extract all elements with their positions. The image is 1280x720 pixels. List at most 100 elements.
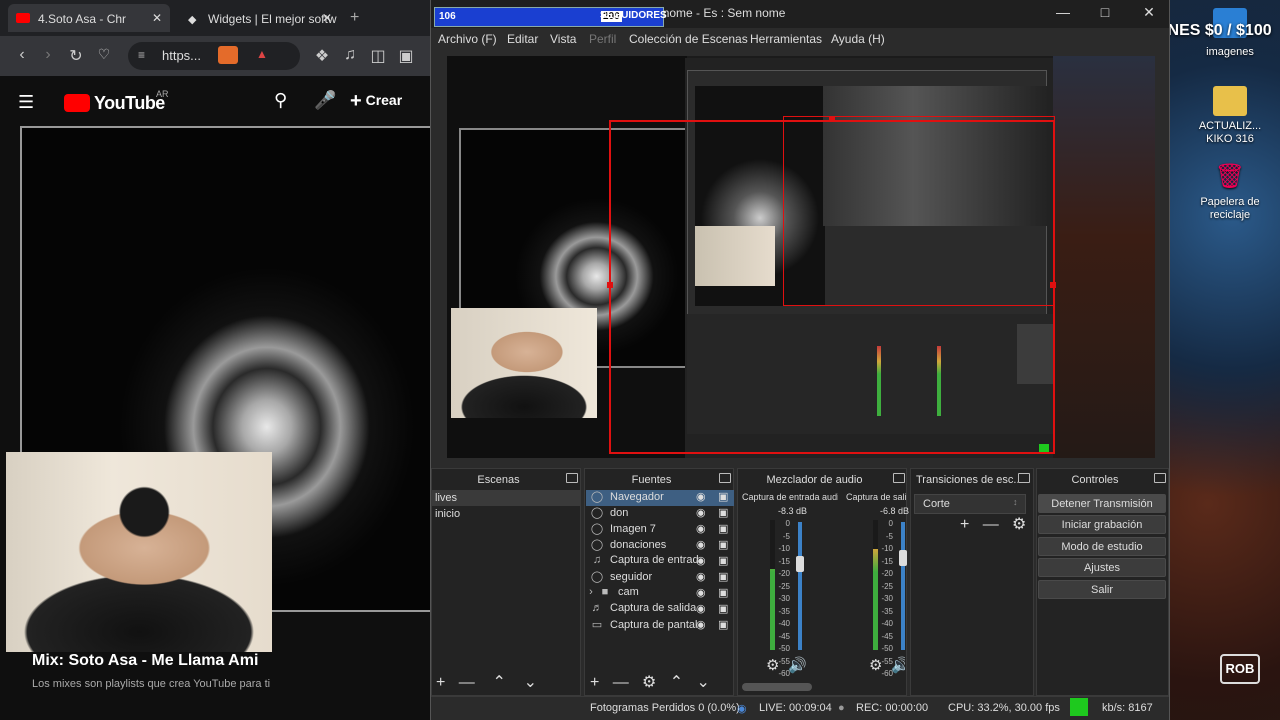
extension-icon[interactable] xyxy=(218,46,238,64)
bookmark-icon[interactable]: ♡ xyxy=(94,46,114,63)
eye-icon[interactable]: ◉ xyxy=(696,570,706,583)
volume-slider-knob[interactable] xyxy=(899,550,907,566)
mic-icon[interactable]: 🎤 xyxy=(314,90,336,111)
source-row[interactable]: ◯ seguidor ◉ ▣ xyxy=(586,570,734,586)
sidebar-icon[interactable]: ◫ xyxy=(368,46,388,66)
gear-icon[interactable]: ⚙ xyxy=(642,674,656,691)
music-icon[interactable]: ♫ xyxy=(340,46,360,64)
lock-icon[interactable]: ▣ xyxy=(718,618,728,631)
forward-icon[interactable]: › xyxy=(38,46,58,64)
source-row[interactable]: ♫ Captura de entrad ◉ ▣ xyxy=(586,554,734,570)
transition-select[interactable]: Corte ↕ xyxy=(914,494,1026,514)
vpn-icon[interactable]: ▲ xyxy=(256,47,268,61)
eye-icon[interactable]: ◉ xyxy=(696,618,706,631)
remove-icon[interactable]: — xyxy=(459,674,475,691)
resize-handle[interactable] xyxy=(1050,282,1056,288)
close-icon[interactable]: ✕ xyxy=(322,11,332,25)
wallet-icon[interactable]: ▣ xyxy=(396,46,416,66)
move-down-icon[interactable]: ⌄ xyxy=(696,674,709,691)
speaker-icon[interactable]: 🔊 xyxy=(788,656,807,674)
source-row[interactable]: ◯ Navegador ◉ ▣ xyxy=(586,490,734,506)
lock-icon[interactable]: ▣ xyxy=(718,538,728,551)
menu-herramientas[interactable]: Herramientas xyxy=(750,32,822,46)
undock-icon[interactable] xyxy=(719,473,731,483)
volume-slider-knob[interactable] xyxy=(796,556,804,572)
close-icon[interactable]: ✕ xyxy=(152,11,162,25)
close-icon[interactable]: ✕ xyxy=(1134,4,1164,24)
source-row[interactable]: › ■ cam ◉ ▣ xyxy=(586,586,734,602)
menu-icon[interactable]: ☰ xyxy=(18,92,34,113)
minimize-icon[interactable]: — xyxy=(1048,4,1078,24)
lock-icon[interactable]: ▣ xyxy=(718,586,728,599)
puzzle-icon[interactable]: ❖ xyxy=(312,46,332,66)
source-row[interactable]: ▭ Captura de pantal ◉ ▣ xyxy=(586,618,734,634)
obs-preview[interactable] xyxy=(447,56,1155,458)
exit-button[interactable]: Salir xyxy=(1038,580,1166,599)
menu-perfil[interactable]: Perfil xyxy=(589,32,616,46)
youtube-logo-icon[interactable] xyxy=(64,94,90,112)
source-row[interactable]: ◯ don ◉ ▣ xyxy=(586,506,734,522)
move-down-icon[interactable]: ⌄ xyxy=(524,674,537,691)
lock-icon[interactable]: ▣ xyxy=(718,522,728,535)
source-row[interactable]: ♬ Captura de salida ◉ ▣ xyxy=(586,602,734,618)
remove-icon[interactable]: — xyxy=(613,674,629,691)
video-title[interactable]: Mix: Soto Asa - Me Llama Ami xyxy=(32,652,258,670)
create-button[interactable]: + Crear xyxy=(350,90,402,113)
search-icon[interactable]: ⚲ xyxy=(274,90,287,111)
eye-icon[interactable]: ◉ xyxy=(696,586,706,599)
eye-icon[interactable]: ◉ xyxy=(696,602,706,615)
lock-icon[interactable]: ▣ xyxy=(718,570,728,583)
resize-handle[interactable] xyxy=(607,282,613,288)
remove-icon[interactable]: — xyxy=(983,516,999,533)
scene-item[interactable]: inicio xyxy=(431,506,581,522)
menu-coleccion[interactable]: Colección de Escenas xyxy=(629,32,748,46)
gear-icon[interactable]: ⚙ xyxy=(1012,516,1026,533)
undock-icon[interactable] xyxy=(893,473,905,483)
gear-icon[interactable]: ⚙ xyxy=(766,656,779,674)
start-recording-button[interactable]: Iniciar grabación xyxy=(1038,515,1166,534)
undock-icon[interactable] xyxy=(1018,473,1030,483)
gear-icon[interactable]: ⚙ xyxy=(869,656,882,674)
browser-tab[interactable]: ◆ Widgets | El mejor softw ✕ xyxy=(178,4,340,32)
lock-icon[interactable]: ▣ xyxy=(718,490,728,503)
studio-mode-button[interactable]: Modo de estudio xyxy=(1038,537,1166,556)
lock-icon[interactable]: ▣ xyxy=(718,602,728,615)
eye-icon[interactable]: ◉ xyxy=(696,522,706,535)
undock-icon[interactable] xyxy=(566,473,578,483)
add-icon[interactable]: + xyxy=(960,516,969,533)
volume-slider-track[interactable] xyxy=(901,522,905,650)
speaker-icon[interactable]: 🔊 xyxy=(891,656,905,674)
desktop-icon-folder[interactable]: ACTUALIZ... KIKO 316 xyxy=(1185,86,1275,146)
chevron-right-icon[interactable]: › xyxy=(586,586,596,598)
url-bar[interactable]: ≡ https... ▲ xyxy=(128,42,300,70)
eye-icon[interactable]: ◉ xyxy=(696,506,706,519)
resize-handle[interactable] xyxy=(829,116,835,122)
back-icon[interactable]: ‹ xyxy=(12,46,32,64)
add-icon[interactable]: + xyxy=(590,674,599,691)
move-up-icon[interactable]: ⌃ xyxy=(492,674,505,691)
reload-icon[interactable]: ↻ xyxy=(66,46,86,66)
undock-icon[interactable] xyxy=(1154,473,1166,483)
stop-stream-button[interactable]: Detener Transmisión xyxy=(1038,494,1166,513)
eye-icon[interactable]: ◉ xyxy=(696,538,706,551)
menu-archivo[interactable]: Archivo (F) xyxy=(438,32,497,46)
move-up-icon[interactable]: ⌃ xyxy=(670,674,683,691)
lock-icon[interactable]: ▣ xyxy=(718,554,728,567)
youtube-logo[interactable]: YouTube xyxy=(94,93,165,114)
mixer-scrollbar[interactable] xyxy=(742,683,812,691)
volume-slider-track[interactable] xyxy=(798,522,802,650)
maximize-icon[interactable]: □ xyxy=(1090,4,1120,24)
site-settings-icon[interactable]: ≡ xyxy=(138,48,145,62)
eye-icon[interactable]: ◉ xyxy=(696,490,706,503)
menu-editar[interactable]: Editar xyxy=(507,32,538,46)
menu-vista[interactable]: Vista xyxy=(550,32,576,46)
eye-icon[interactable]: ◉ xyxy=(696,554,706,567)
source-row[interactable]: ◯ donaciones ◉ ▣ xyxy=(586,538,734,554)
new-tab-button[interactable]: + xyxy=(350,9,359,27)
browser-tab-active[interactable]: 4.Soto Asa - Chr ✕ xyxy=(8,4,170,32)
desktop-icon-recycle[interactable]: 🗑 Papelera de reciclaje xyxy=(1185,162,1275,222)
menu-ayuda[interactable]: Ayuda (H) xyxy=(831,32,885,46)
scene-item[interactable]: lives xyxy=(431,490,581,506)
source-row[interactable]: ◯ Imagen 7 ◉ ▣ xyxy=(586,522,734,538)
add-icon[interactable]: + xyxy=(436,674,445,691)
